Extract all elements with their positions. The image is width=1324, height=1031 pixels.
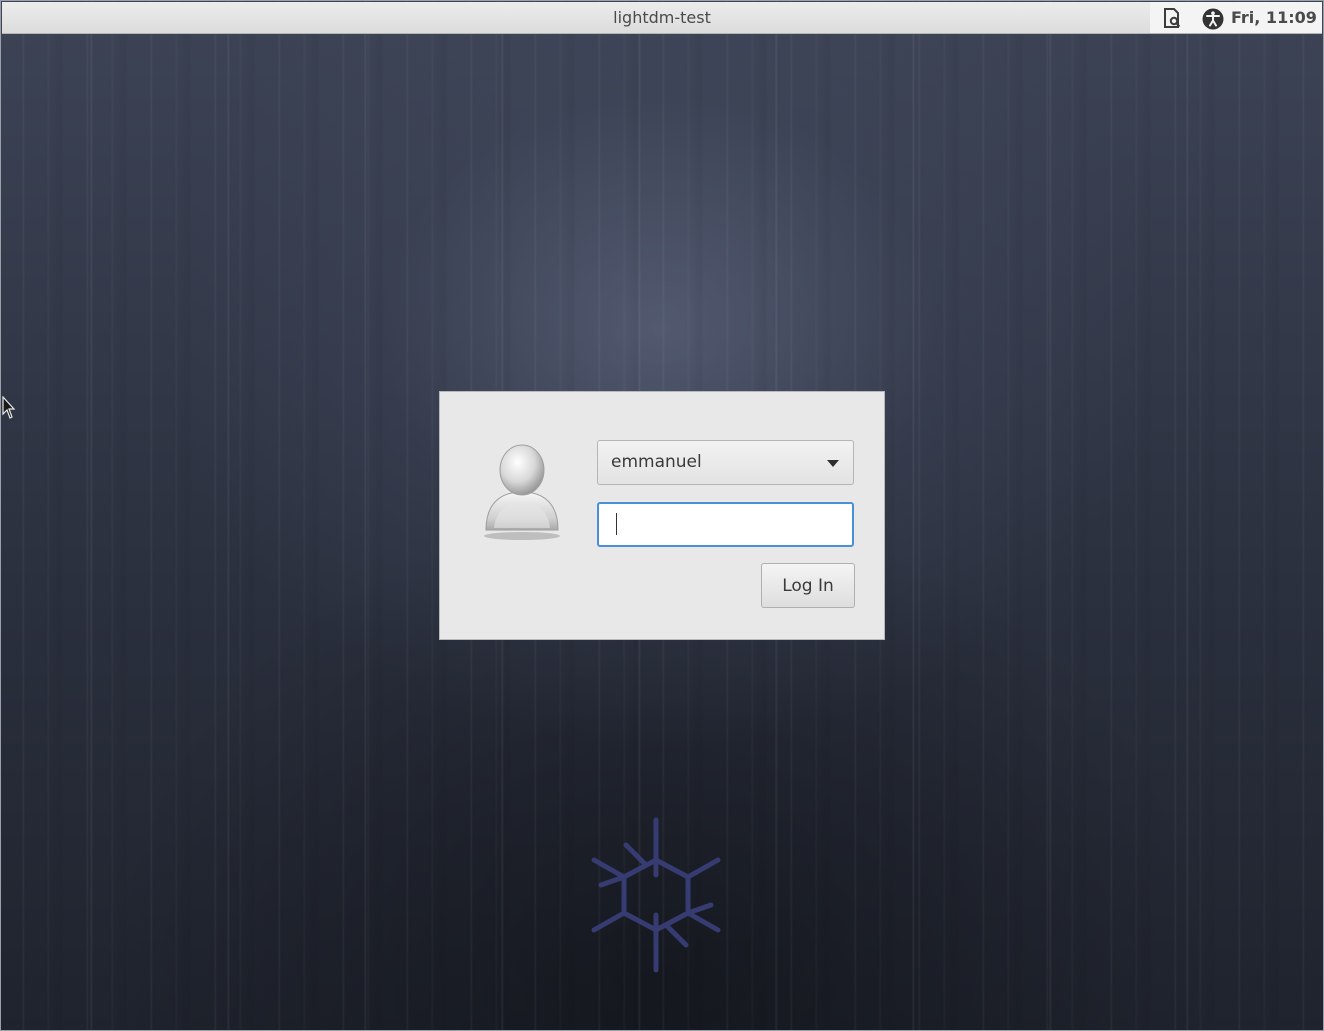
login-dialog: emmanuel Log In: [439, 391, 885, 640]
accessibility-icon[interactable]: [1202, 8, 1224, 29]
panel-title: lightdm-test: [613, 8, 711, 27]
document-icon[interactable]: [1162, 7, 1182, 28]
panel-indicators: Fri, 11:09: [1150, 2, 1322, 33]
user-selector-value: emmanuel: [611, 452, 702, 472]
user-avatar-icon: [484, 444, 560, 540]
mouse-pointer-icon: [2, 396, 16, 419]
text-caret: [616, 513, 617, 535]
dropdown-arrow-icon: [827, 460, 839, 467]
user-selector[interactable]: emmanuel: [597, 440, 854, 485]
login-button[interactable]: Log In: [761, 563, 855, 608]
snowflake-logo-icon: [591, 817, 721, 973]
login-screen: lightdm-test Fri, 11:09 emmanuel Log In: [0, 0, 1324, 1031]
panel-clock[interactable]: Fri, 11:09: [1231, 8, 1317, 27]
password-input[interactable]: [597, 502, 854, 547]
top-panel: lightdm-test Fri, 11:09: [2, 2, 1322, 34]
